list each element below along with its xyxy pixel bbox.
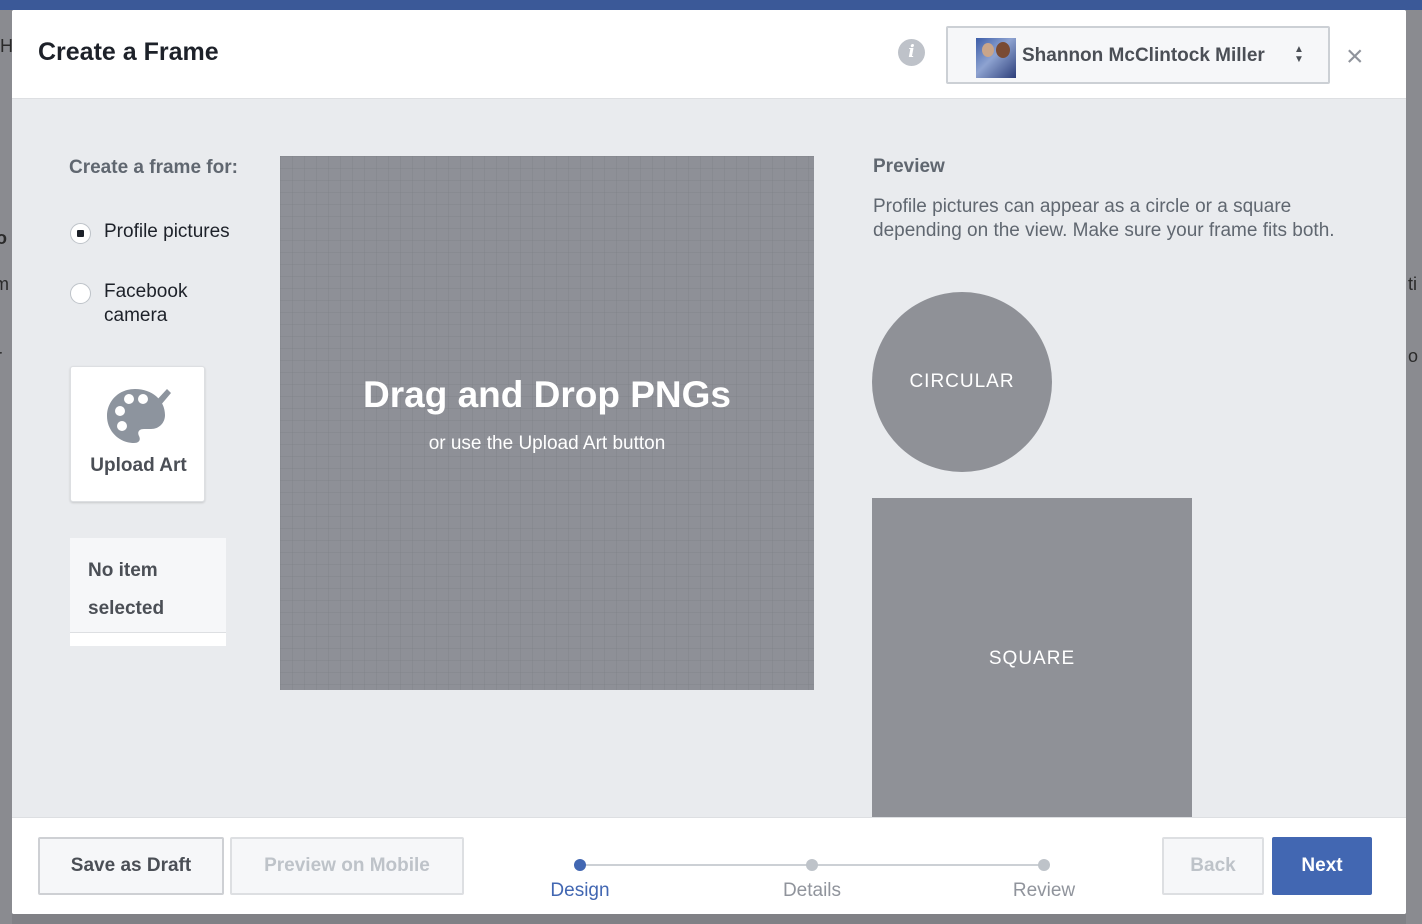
close-icon[interactable]: × [1346,42,1364,72]
preview-mobile-button[interactable]: Preview on Mobile [230,837,464,895]
no-item-selected-text: No item selected [88,560,165,619]
circular-preview: CIRCULAR [872,292,1052,472]
background-glyph: H [0,36,12,56]
step-review[interactable]: Review [984,880,1104,902]
background-right-edge: ti o [1406,10,1422,924]
save-draft-button[interactable]: Save as Draft [38,837,224,895]
dialog-footer: Save as Draft Preview on Mobile Design D… [12,817,1406,914]
dialog-title: Create a Frame [38,38,219,66]
background-glyph: m [0,274,9,294]
account-name: Shannon McClintock Miller [1022,45,1265,66]
account-selector[interactable]: Shannon McClintock Miller ▲ ▼ [946,26,1330,84]
upload-art-button[interactable]: Upload Art [70,366,205,502]
dialog-header: Create a Frame i Shannon McClintock Mill… [12,10,1406,99]
background-glyph: o [0,228,7,248]
sort-caret-icon: ▲ ▼ [1294,44,1304,65]
radio-button[interactable] [70,283,91,304]
selection-panel: No item selected [70,538,226,646]
radio-button-checked[interactable] [70,223,91,244]
palette-icon [107,389,171,443]
background-glyph: ti [1408,274,1417,294]
background-top-bar [0,0,1422,10]
back-button[interactable]: Back [1162,837,1264,895]
radio-label: Profile pictures [104,221,230,242]
step-dot-design [574,859,586,871]
preview-title: Preview [873,156,945,177]
circular-preview-label: CIRCULAR [909,371,1015,392]
square-preview: SQUARE [872,498,1192,818]
info-icon[interactable]: i [898,39,925,66]
drop-zone-subtitle: or use the Upload Art button [428,433,666,454]
radio-label: Facebook camera [104,281,188,326]
next-button[interactable]: Next [1272,837,1372,895]
upload-art-label: Upload Art [90,455,187,476]
step-design[interactable]: Design [520,880,640,902]
create-frame-dialog: Create a Frame i Shannon McClintock Mill… [12,10,1406,914]
background-glyph: r [0,346,2,367]
square-preview-label: SQUARE [988,648,1076,669]
drop-zone-title: Drag and Drop PNGs [363,374,731,415]
drop-zone-canvas[interactable]: Drag and Drop PNGs or use the Upload Art… [280,156,814,690]
background-glyph: o [1408,346,1419,366]
step-dot-details [806,859,818,871]
frame-for-label: Create a frame for: [69,157,238,178]
avatar [976,38,1016,78]
step-dot-review [1038,859,1050,871]
step-details[interactable]: Details [752,880,872,902]
preview-description: Profile pictures can appear as a circle … [873,196,1335,241]
background-left-edge: H o m r [0,10,12,924]
selection-panel-bar [70,632,226,646]
